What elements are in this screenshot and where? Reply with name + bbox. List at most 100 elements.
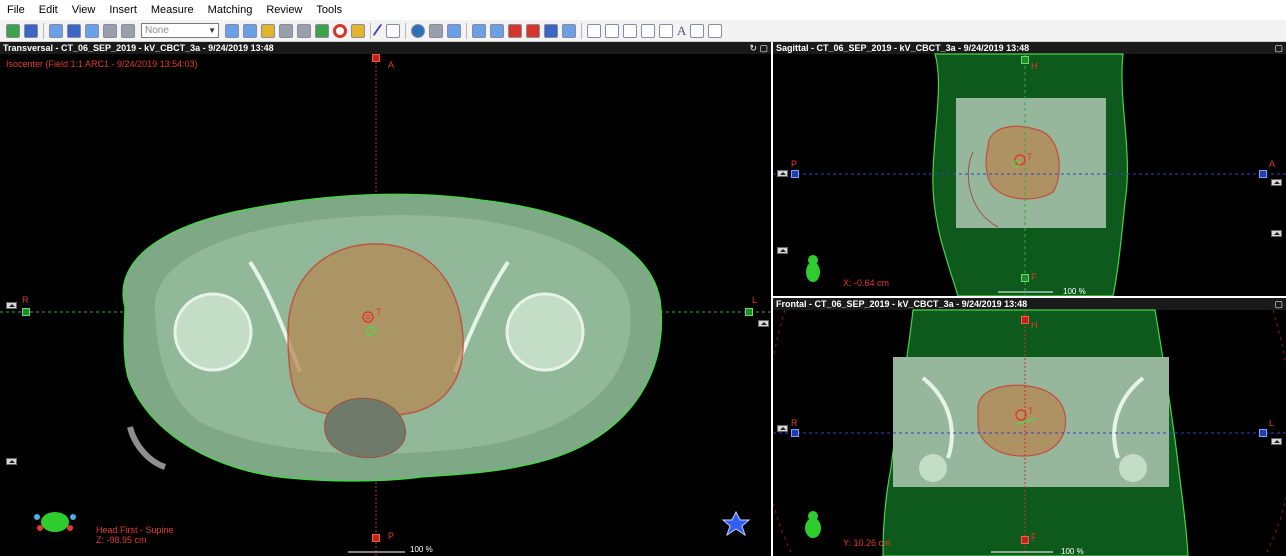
crosshair-handle-right[interactable] bbox=[745, 308, 753, 316]
sagittal-handle-top[interactable] bbox=[1021, 56, 1029, 64]
sagittal-target-volume bbox=[985, 125, 1060, 200]
registration-icon[interactable] bbox=[411, 23, 425, 38]
image-select[interactable]: None ▼ bbox=[141, 23, 219, 38]
crosshair-handle-bottom[interactable] bbox=[372, 534, 380, 542]
frontal-right-femur bbox=[919, 454, 947, 482]
point-icon[interactable] bbox=[659, 23, 673, 38]
crosshair-handle-top[interactable] bbox=[372, 54, 380, 62]
toolbar-separator bbox=[43, 22, 44, 39]
isocenter-icon[interactable] bbox=[333, 23, 347, 38]
chevron-down-icon: ▼ bbox=[208, 26, 216, 35]
color-overlay-icon[interactable] bbox=[351, 23, 365, 38]
menu-bar: File Edit View Insert Measure Matching R… bbox=[0, 0, 1286, 20]
crosshair-handle-left[interactable] bbox=[22, 308, 30, 316]
measure-icon[interactable] bbox=[386, 23, 400, 38]
sagittal-orient-left: P bbox=[791, 159, 798, 169]
match-icon[interactable] bbox=[429, 23, 443, 38]
circle-icon[interactable] bbox=[690, 23, 705, 38]
menu-insert[interactable]: Insert bbox=[102, 4, 144, 16]
sagittal-collapse-right[interactable] bbox=[1271, 179, 1282, 186]
orientation-right-label: L bbox=[752, 295, 758, 305]
histogram-icon[interactable] bbox=[447, 23, 461, 38]
frontal-orient-right: L bbox=[1269, 418, 1275, 428]
slice-coordinate: Z: -98.95 cm bbox=[96, 535, 147, 545]
ellipse-icon[interactable] bbox=[641, 23, 655, 38]
transversal-viewport[interactable]: Transversal - CT_06_SEP_2019 - kV_CBCT_3… bbox=[0, 42, 771, 556]
sagittal-handle-right[interactable] bbox=[1259, 170, 1267, 178]
zoom-out-icon[interactable] bbox=[243, 23, 257, 38]
patient-position-label: Head First - Supine bbox=[96, 525, 174, 535]
sagittal-orient-top: H bbox=[1031, 61, 1038, 71]
image-select-value: None bbox=[145, 25, 169, 36]
collapse-bottom-button[interactable] bbox=[6, 458, 17, 465]
layout-2-icon[interactable] bbox=[67, 23, 81, 38]
menu-file[interactable]: File bbox=[0, 4, 32, 16]
frontal-handle-right[interactable] bbox=[1259, 429, 1267, 437]
freehand-icon[interactable] bbox=[605, 23, 619, 38]
right-femoral-head bbox=[173, 292, 253, 372]
collapse-left-button[interactable] bbox=[6, 302, 17, 309]
frontal-handle-top[interactable] bbox=[1021, 316, 1029, 324]
toolbar-separator bbox=[581, 22, 582, 39]
pan-hand-icon[interactable] bbox=[261, 23, 275, 38]
structure-4-icon[interactable] bbox=[526, 23, 540, 38]
structure-5-icon[interactable] bbox=[544, 23, 558, 38]
sagittal-orientation-icon-head bbox=[808, 255, 818, 265]
orientation-icon-foot bbox=[37, 525, 43, 531]
layout-5-icon[interactable] bbox=[121, 23, 135, 38]
rectangle-icon[interactable] bbox=[623, 23, 637, 38]
polyline-icon[interactable] bbox=[587, 23, 601, 38]
frontal-boundary-arc-right bbox=[1264, 309, 1286, 556]
menu-review[interactable]: Review bbox=[259, 4, 309, 16]
sagittal-collapse-left[interactable] bbox=[777, 170, 788, 177]
menu-tools[interactable]: Tools bbox=[309, 4, 349, 16]
isocenter-label: Isocenter (Field 1:1 ARC1 - 9/24/2019 13… bbox=[6, 59, 198, 69]
collapse-right-button[interactable] bbox=[758, 320, 769, 327]
angle-icon[interactable] bbox=[708, 23, 723, 38]
menu-matching[interactable]: Matching bbox=[201, 4, 260, 16]
window-level-icon[interactable] bbox=[297, 23, 311, 38]
sagittal-viewport[interactable]: Sagittal - CT_06_SEP_2019 - kV_CBCT_3a -… bbox=[773, 42, 1286, 296]
zoom-in-icon[interactable] bbox=[225, 23, 239, 38]
frontal-viewport[interactable]: Frontal - CT_06_SEP_2019 - kV_CBCT_3a - … bbox=[773, 298, 1286, 556]
structure-6-icon[interactable] bbox=[562, 23, 576, 38]
frontal-orientation-icon-head bbox=[808, 511, 818, 521]
frontal-collapse-left[interactable] bbox=[777, 425, 788, 432]
text-annotation-icon[interactable]: A bbox=[677, 23, 686, 38]
sagittal-handle-left[interactable] bbox=[791, 170, 799, 178]
layout-4-icon[interactable] bbox=[103, 23, 117, 38]
refresh-icon[interactable] bbox=[6, 23, 20, 38]
orientation-icon-body bbox=[41, 512, 69, 532]
frontal-handle-bottom[interactable] bbox=[1021, 536, 1029, 544]
toolbar-separator bbox=[405, 22, 406, 39]
frontal-target-label: T bbox=[1028, 406, 1034, 416]
sagittal-collapse-bottom-right[interactable] bbox=[1271, 230, 1282, 237]
structure-2-icon[interactable] bbox=[490, 23, 504, 38]
draw-line-icon[interactable] bbox=[372, 23, 386, 38]
image-display-icon[interactable] bbox=[315, 23, 329, 38]
frontal-collapse-right[interactable] bbox=[1271, 438, 1282, 445]
left-femoral-head bbox=[505, 292, 585, 372]
orientation-top-label: A bbox=[388, 60, 395, 70]
target-label: T bbox=[376, 307, 382, 317]
layout-1-icon[interactable] bbox=[49, 23, 63, 38]
save-icon[interactable] bbox=[24, 23, 38, 38]
menu-view[interactable]: View bbox=[65, 4, 103, 16]
orientation-icon-foot bbox=[67, 525, 73, 531]
menu-edit[interactable]: Edit bbox=[32, 4, 65, 16]
sagittal-orient-bottom: F bbox=[1031, 272, 1037, 282]
rotate-icon[interactable] bbox=[279, 23, 293, 38]
layout-3-icon[interactable] bbox=[85, 23, 99, 38]
frontal-image bbox=[773, 309, 1286, 556]
structure-3-icon[interactable] bbox=[508, 23, 522, 38]
orientation-bottom-label: P bbox=[388, 531, 395, 541]
zoom-level: 100 % bbox=[410, 545, 433, 554]
sagittal-collapse-bottom-left[interactable] bbox=[777, 247, 788, 254]
frontal-coordinate: Y: 10.26 cm bbox=[843, 538, 891, 548]
frontal-handle-left[interactable] bbox=[791, 429, 799, 437]
sagittal-zoom-level: 100 % bbox=[1063, 287, 1086, 296]
sagittal-handle-bottom[interactable] bbox=[1021, 274, 1029, 282]
sagittal-target-label: T bbox=[1027, 152, 1033, 162]
structure-1-icon[interactable] bbox=[472, 23, 486, 38]
menu-measure[interactable]: Measure bbox=[144, 4, 201, 16]
